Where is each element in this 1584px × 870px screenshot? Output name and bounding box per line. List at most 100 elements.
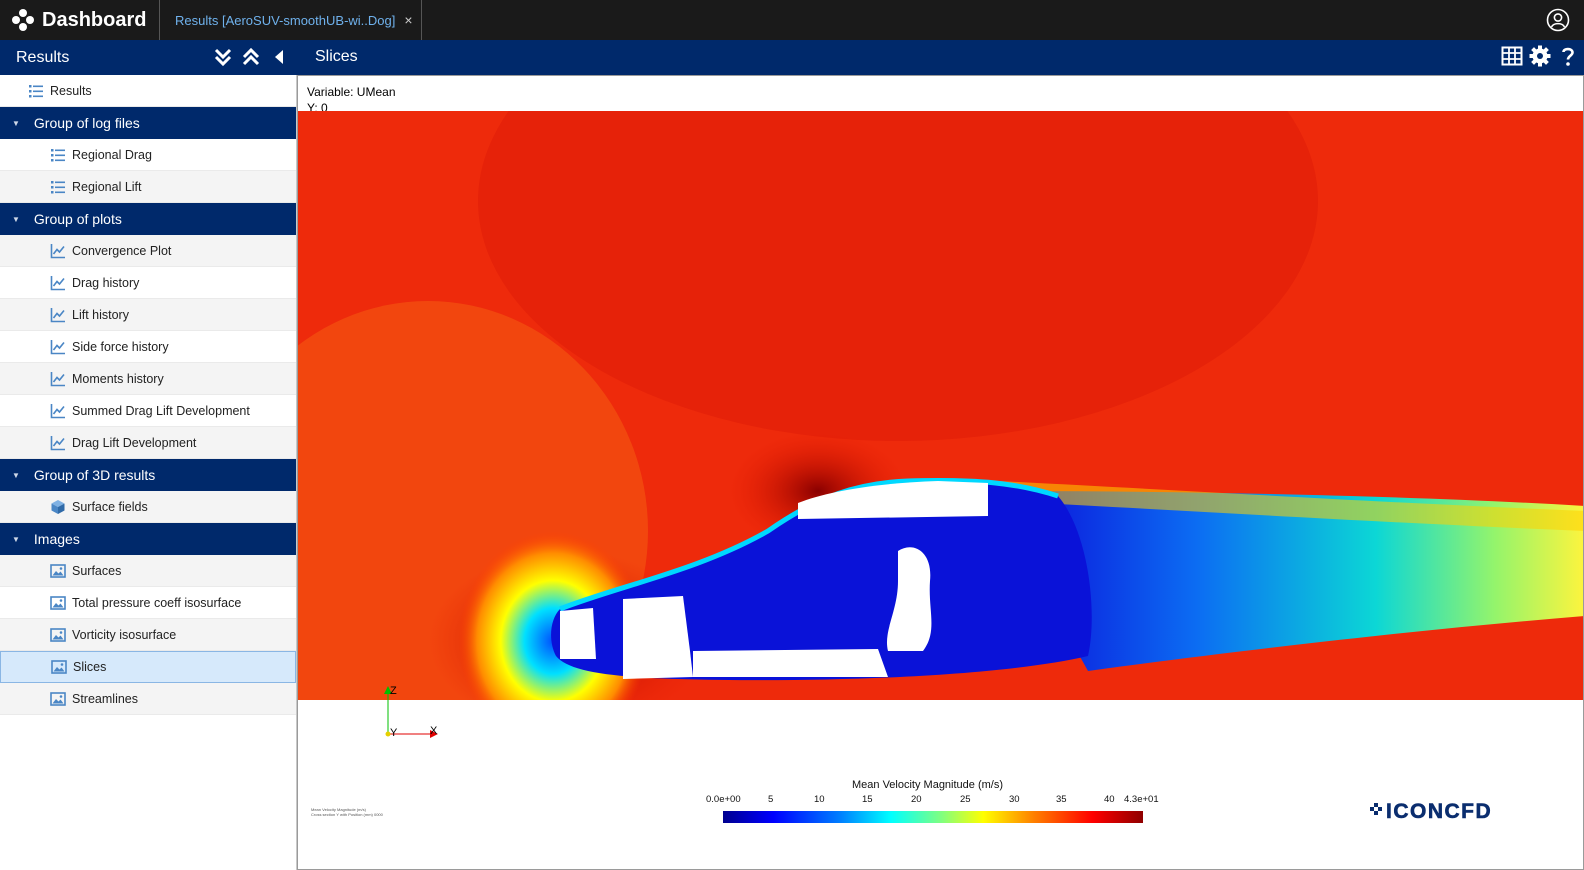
slice-image-viewer[interactable]: Variable: UMean Y: 0 Z Y X Mean Velocity…: [297, 75, 1584, 870]
tree-item-label: Moments history: [72, 371, 164, 386]
caret-down-icon[interactable]: ▼: [12, 471, 20, 480]
tree-item-label: Slices: [73, 660, 107, 674]
image-icon: [51, 660, 67, 674]
tree-item-summed-drag-lift[interactable]: Summed Drag Lift Development: [0, 395, 296, 427]
results-panel-header: Results: [0, 40, 297, 75]
tree-item-drag-lift-development[interactable]: Drag Lift Development: [0, 427, 296, 459]
line-chart-icon: [50, 403, 65, 418]
tree-group-3d-results[interactable]: ▼ Group of 3D results: [0, 459, 296, 491]
tree-group-label: Group of log files: [33, 115, 140, 131]
list-icon: [29, 84, 43, 97]
tree-item-streamlines[interactable]: Streamlines: [0, 683, 296, 715]
colorbar-tick: 4.3e+01: [1124, 794, 1159, 805]
tree-item-drag-history[interactable]: Drag history: [0, 267, 296, 299]
tree-item-regional-drag[interactable]: Regional Drag: [0, 139, 296, 171]
tree-item-side-force-history[interactable]: Side force history: [0, 331, 296, 363]
section-header-bar: Results Slices: [0, 40, 1584, 75]
axis-label-z: Z: [390, 685, 397, 697]
colorbar-tick: 35: [1056, 794, 1067, 805]
table-grid-icon: [1501, 46, 1523, 66]
tree-item-total-pressure-isosurface[interactable]: Total pressure coeff isosurface: [0, 587, 296, 619]
tree-item-label: Regional Drag: [72, 147, 152, 162]
line-chart-icon: [50, 243, 65, 258]
iconcfd-logo: ICONCFD: [1370, 800, 1492, 822]
tree-item-vorticity-isosurface[interactable]: Vorticity isosurface: [0, 619, 296, 651]
orientation-axes-widget: Z Y X: [384, 685, 438, 739]
tree-group-label: Group of 3D results: [33, 467, 156, 483]
settings-button[interactable]: [1528, 44, 1552, 68]
tab-close-icon[interactable]: ×: [404, 12, 412, 28]
results-panel-title: Results: [16, 48, 70, 66]
tree-item-results[interactable]: Results: [0, 75, 296, 107]
tree-item-moments-history[interactable]: Moments history: [0, 363, 296, 395]
tree-group-label: Group of plots: [33, 211, 122, 227]
tree-group-label: Images: [33, 531, 80, 547]
caret-down-icon[interactable]: ▼: [12, 215, 20, 224]
image-icon: [50, 691, 66, 706]
line-chart-icon: [50, 307, 65, 322]
tree-item-lift-history[interactable]: Lift history: [0, 299, 296, 331]
colorbar-tick: 10: [814, 794, 825, 805]
dashboard-title: Dashboard: [42, 8, 147, 31]
colorbar-tick: 0.0e+00: [706, 794, 741, 805]
tree-item-surfaces[interactable]: Surfaces: [0, 555, 296, 587]
results-tree: Results ▼ Group of log files Regional Dr…: [0, 75, 297, 870]
image-caption: Mean Velocity Magnitude (m/s) Cross sect…: [311, 807, 383, 817]
colorbar: [723, 811, 1143, 823]
colorbar-tick: 30: [1009, 794, 1020, 805]
variable-label: Variable: UMean: [307, 85, 396, 99]
axis-label-y: Y: [390, 727, 398, 739]
colorbar-tick: 15: [862, 794, 873, 805]
logo-text: ICONCFD: [1386, 800, 1492, 822]
colorbar-ticks: 0.0e+00 5 10 15 20 25 30 35 40 4.3e+01: [706, 794, 1166, 808]
expand-all-button[interactable]: [211, 45, 235, 69]
tree-item-convergence-plot[interactable]: Convergence Plot: [0, 235, 296, 267]
collapse-all-button[interactable]: [239, 45, 263, 69]
help-button[interactable]: [1556, 44, 1580, 68]
tree-item-label: Surface fields: [72, 499, 148, 514]
line-chart-icon: [50, 339, 65, 354]
collapse-panel-button[interactable]: [267, 45, 291, 69]
caret-down-icon[interactable]: ▼: [12, 535, 20, 544]
dashboard-home-link[interactable]: Dashboard: [0, 0, 160, 40]
axis-label-x: X: [430, 725, 438, 737]
tree-item-label: Drag Lift Development: [72, 435, 197, 450]
tree-item-label: Vorticity isosurface: [72, 627, 177, 642]
colorbar-tick: 25: [960, 794, 971, 805]
velocity-slice-image: [298, 111, 1583, 700]
dashboard-logo-icon: [12, 9, 34, 31]
tree-item-label: Lift history: [72, 307, 129, 322]
list-icon: [51, 180, 65, 193]
tree-item-label: Results: [50, 83, 92, 98]
gear-icon: [1529, 45, 1551, 67]
tree-item-label: Streamlines: [72, 691, 138, 706]
line-chart-icon: [50, 371, 65, 386]
colorbar-title: Mean Velocity Magnitude (m/s): [852, 779, 1004, 791]
caret-left-icon: [275, 50, 283, 64]
tree-item-slices[interactable]: Slices: [0, 651, 296, 683]
tree-item-surface-fields[interactable]: Surface fields: [0, 491, 296, 523]
tree-item-label: Side force history: [72, 339, 169, 354]
table-view-button[interactable]: [1500, 44, 1524, 68]
top-bar: Dashboard Results [AeroSUV-smoothUB-wi..…: [0, 0, 1584, 40]
tree-item-label: Total pressure coeff isosurface: [72, 595, 242, 610]
tree-group-plots[interactable]: ▼ Group of plots: [0, 203, 296, 235]
question-mark-icon: [1562, 47, 1574, 66]
tab-results[interactable]: Results [AeroSUV-smoothUB-wi..Dog] ×: [160, 0, 422, 40]
caption-line: Cross section Y with Position (mm) 0000: [311, 812, 383, 817]
cube-icon: [51, 499, 65, 514]
tree-item-label: Convergence Plot: [72, 243, 172, 258]
tree-item-label: Summed Drag Lift Development: [72, 403, 250, 418]
user-account-icon[interactable]: [1546, 8, 1570, 32]
tab-label[interactable]: Results [AeroSUV-smoothUB-wi..Dog]: [175, 13, 395, 28]
tree-item-label: Surfaces: [72, 563, 122, 578]
tree-item-label: Regional Lift: [72, 179, 142, 194]
tree-item-label: Drag history: [72, 275, 140, 290]
list-icon: [51, 148, 65, 161]
tree-group-images[interactable]: ▼ Images: [0, 523, 296, 555]
image-icon: [50, 563, 66, 578]
tree-group-log-files[interactable]: ▼ Group of log files: [0, 107, 296, 139]
tree-item-regional-lift[interactable]: Regional Lift: [0, 171, 296, 203]
caret-down-icon[interactable]: ▼: [12, 119, 20, 128]
colorbar-tick: 40: [1104, 794, 1115, 805]
